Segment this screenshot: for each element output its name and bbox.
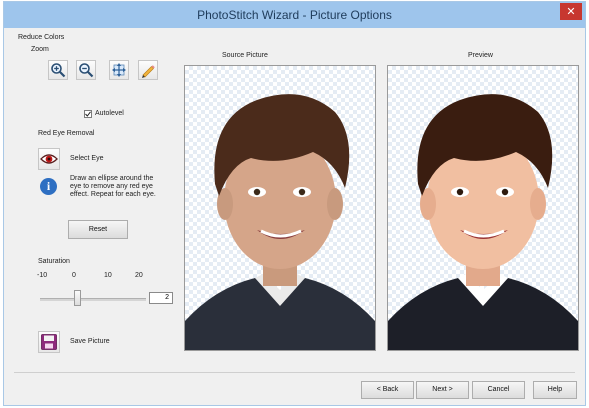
preview-photo bbox=[388, 94, 578, 350]
source-picture-panel[interactable] bbox=[184, 65, 376, 351]
zoom-out-button[interactable] bbox=[76, 60, 96, 80]
group-label-reduce-colors: Reduce Colors bbox=[18, 34, 65, 41]
pencil-icon bbox=[142, 65, 155, 78]
window-title: PhotoStitch Wizard - Picture Options bbox=[197, 8, 392, 22]
info-text-line-2: eye to remove any red eye bbox=[70, 183, 153, 190]
saturation-label: Saturation bbox=[38, 258, 70, 265]
info-icon: i bbox=[40, 178, 57, 195]
cancel-button[interactable]: Cancel bbox=[472, 381, 525, 399]
move-icon bbox=[112, 63, 126, 77]
save-picture-button[interactable] bbox=[38, 331, 60, 353]
info-text-line-1: Draw an ellipse around the bbox=[70, 175, 154, 182]
saturation-tick-4: 20 bbox=[135, 272, 143, 279]
saturation-tick-1: -10 bbox=[37, 272, 48, 279]
dialog-body: Reduce Colors Zoom Autolevel Red Eye Rem… bbox=[8, 28, 581, 403]
saturation-value-field[interactable]: 2 bbox=[149, 292, 173, 304]
source-picture-title: Source Picture bbox=[222, 52, 268, 59]
select-eye-button[interactable] bbox=[38, 148, 60, 170]
preview-title: Preview bbox=[468, 52, 493, 59]
reset-button[interactable]: Reset bbox=[68, 220, 128, 239]
zoom-label: Zoom bbox=[31, 46, 49, 53]
title-bar[interactable]: PhotoStitch Wizard - Picture Options ✕ bbox=[4, 2, 585, 28]
close-icon: ✕ bbox=[566, 5, 576, 18]
back-button[interactable]: < Back bbox=[361, 381, 414, 399]
saturation-tick-2: 0 bbox=[72, 272, 76, 279]
zoom-out-icon bbox=[79, 63, 94, 78]
saturation-slider-track[interactable] bbox=[40, 298, 146, 301]
eye-icon bbox=[40, 154, 58, 164]
pencil-button[interactable] bbox=[138, 60, 158, 80]
help-button[interactable]: Help bbox=[533, 381, 577, 399]
save-picture-label[interactable]: Save Picture bbox=[70, 338, 110, 345]
red-eye-removal-label: Red Eye Removal bbox=[38, 130, 95, 137]
footer-divider bbox=[14, 372, 575, 373]
info-text-line-3: effect. Repeat for each eye. bbox=[70, 191, 156, 198]
floppy-disk-icon bbox=[41, 334, 57, 350]
source-photo bbox=[185, 94, 375, 350]
zoom-in-icon bbox=[51, 63, 66, 78]
preview-panel[interactable] bbox=[387, 65, 579, 351]
select-eye-label[interactable]: Select Eye bbox=[70, 155, 103, 162]
saturation-slider-thumb[interactable] bbox=[74, 290, 81, 306]
saturation-tick-3: 10 bbox=[104, 272, 112, 279]
autolevel-checkbox[interactable] bbox=[84, 110, 92, 118]
zoom-in-button[interactable] bbox=[48, 60, 68, 80]
move-button[interactable] bbox=[109, 60, 129, 80]
next-button[interactable]: Next > bbox=[416, 381, 469, 399]
close-button[interactable]: ✕ bbox=[560, 3, 582, 20]
wizard-window: PhotoStitch Wizard - Picture Options ✕ R… bbox=[3, 1, 586, 406]
autolevel-label[interactable]: Autolevel bbox=[95, 110, 124, 117]
check-icon bbox=[85, 111, 91, 117]
